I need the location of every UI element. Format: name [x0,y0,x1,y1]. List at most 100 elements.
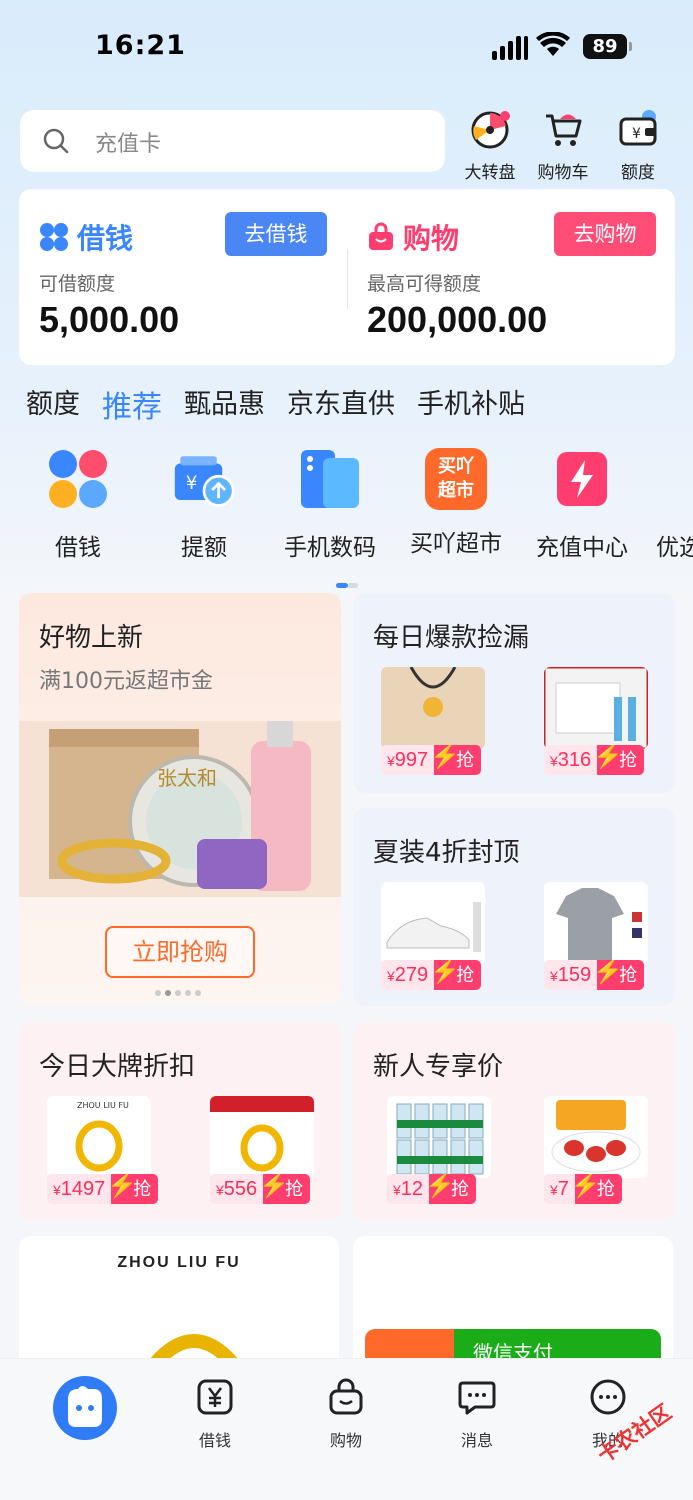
borrow-section: 借钱 去借钱 可借额度 5,000.00 [19,189,347,365]
quick-label: 买吖超市 [410,531,502,557]
supermarket-badge-text: 买吖超市 [438,456,474,501]
product-item[interactable]: ZHOU LIU FU ¥1497抢 [47,1096,159,1204]
tab-recommend[interactable]: 推荐 [102,382,162,426]
lucky-wheel-button[interactable]: 大转盘 [452,108,528,183]
sausage-image [544,1096,648,1178]
borrow-limit-label: 可借额度 [39,273,116,295]
brand-discount-card[interactable]: 今日大牌折扣 ZHOU LIU FU ¥1497抢 ¥556抢 [19,1022,341,1220]
product-item[interactable]: ¥7抢 [544,1096,648,1204]
wifi-icon [536,32,570,56]
summer-clothes-card[interactable]: 夏装4折封顶 ¥279抢 ¥159抢 [353,808,675,1006]
quick-phone-digital[interactable]: 手机数码 [270,448,390,562]
wallet-icon: ¥ [619,110,657,146]
borrow-title: 借钱 [77,222,134,255]
lightning-icon [557,452,607,506]
product-price: 7 [557,1178,569,1200]
product-price: 1497 [60,1178,106,1200]
grab-label: 抢 [425,1174,477,1204]
tab-jd-direct[interactable]: 京东直供 [287,382,395,426]
card-title: 夏装4折封顶 [373,838,520,868]
tab-premium[interactable]: 甄品惠 [184,382,265,426]
product-item[interactable]: ¥12抢 [387,1096,491,1204]
brand-text: ZHOU LIU FU [117,1254,241,1271]
brand-text: 张太和 [157,766,217,790]
svg-text:¥: ¥ [186,473,198,494]
nav-label: 消息 [460,1431,493,1450]
search-icon [43,128,69,154]
grab-label: 抢 [430,745,482,775]
grab-label: 抢 [593,745,645,775]
newbie-price-card[interactable]: 新人专享价 ¥12抢 ¥7抢 [353,1022,675,1220]
grab-now-button[interactable]: 立即抢购 [105,926,255,978]
grab-label: 抢 [593,960,645,990]
product-item[interactable]: ¥279抢 [381,882,485,990]
shopping-bag-icon [369,222,393,250]
card-pager [155,990,201,996]
quick-raise-limit[interactable]: ¥ 提额 [144,448,264,562]
tab-limit[interactable]: 额度 [26,382,80,426]
top-icon-label: 大转盘 [464,163,516,183]
go-shop-button[interactable]: 去购物 [554,212,656,256]
search-placeholder: 充值卡 [95,132,162,157]
quick-label: 优选 [656,535,693,561]
shield-icon [681,448,693,510]
product-price: 556 [223,1178,258,1200]
shop-section: 购物 去购物 最高可得额度 200,000.00 [347,189,675,365]
card-subtitle: 满100元返超市金 [39,669,213,694]
nav-shopping[interactable]: 购物 [306,1377,386,1451]
yen-icon [197,1379,233,1415]
shop-title: 购物 [403,222,460,255]
quick-label: 手机数码 [284,535,376,561]
phone-icon [301,450,359,508]
product-item[interactable]: ¥159抢 [544,882,648,990]
card-title: 每日爆款捡漏 [373,623,530,653]
product-price: 316 [557,749,592,771]
quick-label: 借钱 [55,535,101,561]
go-borrow-button[interactable]: 去借钱 [225,212,327,256]
mask-box-image [544,667,648,749]
credit-panel: 借钱 去借钱 可借额度 5,000.00 购物 去购物 最高可得额度 200,0… [19,189,675,365]
tab-phone-subsidy[interactable]: 手机补贴 [417,382,525,426]
product-price: 12 [400,1178,424,1200]
product-item[interactable]: ¥556抢 [210,1096,314,1204]
cart-icon [546,114,582,146]
new-goods-card[interactable]: 好物上新 满100元返超市金 张太和 立即抢购 [19,593,341,1005]
message-icon [458,1381,496,1415]
product-item[interactable]: ¥316抢 [544,667,648,775]
daily-deals-card[interactable]: 每日爆款捡漏 ¥997抢 ¥316抢 [353,593,675,793]
category-tabs: 额度 推荐 甄品惠 京东直供 手机补贴 [26,382,525,426]
home-mascot-icon [53,1376,117,1440]
nav-borrow[interactable]: 借钱 [175,1377,255,1451]
product-item[interactable]: ¥997抢 [381,667,485,775]
quick-supermarket[interactable]: 买吖超市 买吖超市 [396,448,516,558]
shop-limit-amount: 200,000.00 [367,299,548,340]
grab-label: 抢 [430,960,482,990]
quick-preferred[interactable]: 优选 [648,448,693,562]
raise-limit-icon: ¥ [174,456,235,507]
nav-home[interactable] [45,1375,125,1445]
quick-label: 充值中心 [536,535,628,561]
jewelry-promo-card[interactable]: ZHOU LIU FU [19,1236,339,1376]
wechat-pay-promo-card[interactable]: 微信支付 [353,1236,673,1376]
water-bottles-image [387,1096,491,1178]
nav-messages[interactable]: 消息 [437,1377,517,1451]
sneaker-image [381,882,485,964]
status-time: 16:21 [95,30,186,61]
quick-pager [336,573,358,592]
card-title: 新人专享价 [373,1052,504,1082]
necklace-image [381,667,485,749]
quick-borrow[interactable]: 借钱 [18,448,138,562]
top-icon-label: 购物车 [537,163,589,183]
shopping-cart-button[interactable]: 购物车 [525,108,601,183]
gold-ring-image: ZHOU LIU FU [47,1096,151,1178]
credit-limit-button[interactable]: ¥ 额度 [600,108,676,183]
quick-recharge-center[interactable]: 充值中心 [522,448,642,562]
polo-shirt-image [544,882,648,964]
quick-label: 提额 [181,535,227,561]
product-image: 张太和 [19,721,341,897]
grab-label: 抢 [107,1174,159,1204]
product-price: 997 [394,749,429,771]
gold-ring-image [210,1096,314,1178]
search-input[interactable]: 充值卡 [20,110,445,172]
profile-icon [590,1379,626,1415]
